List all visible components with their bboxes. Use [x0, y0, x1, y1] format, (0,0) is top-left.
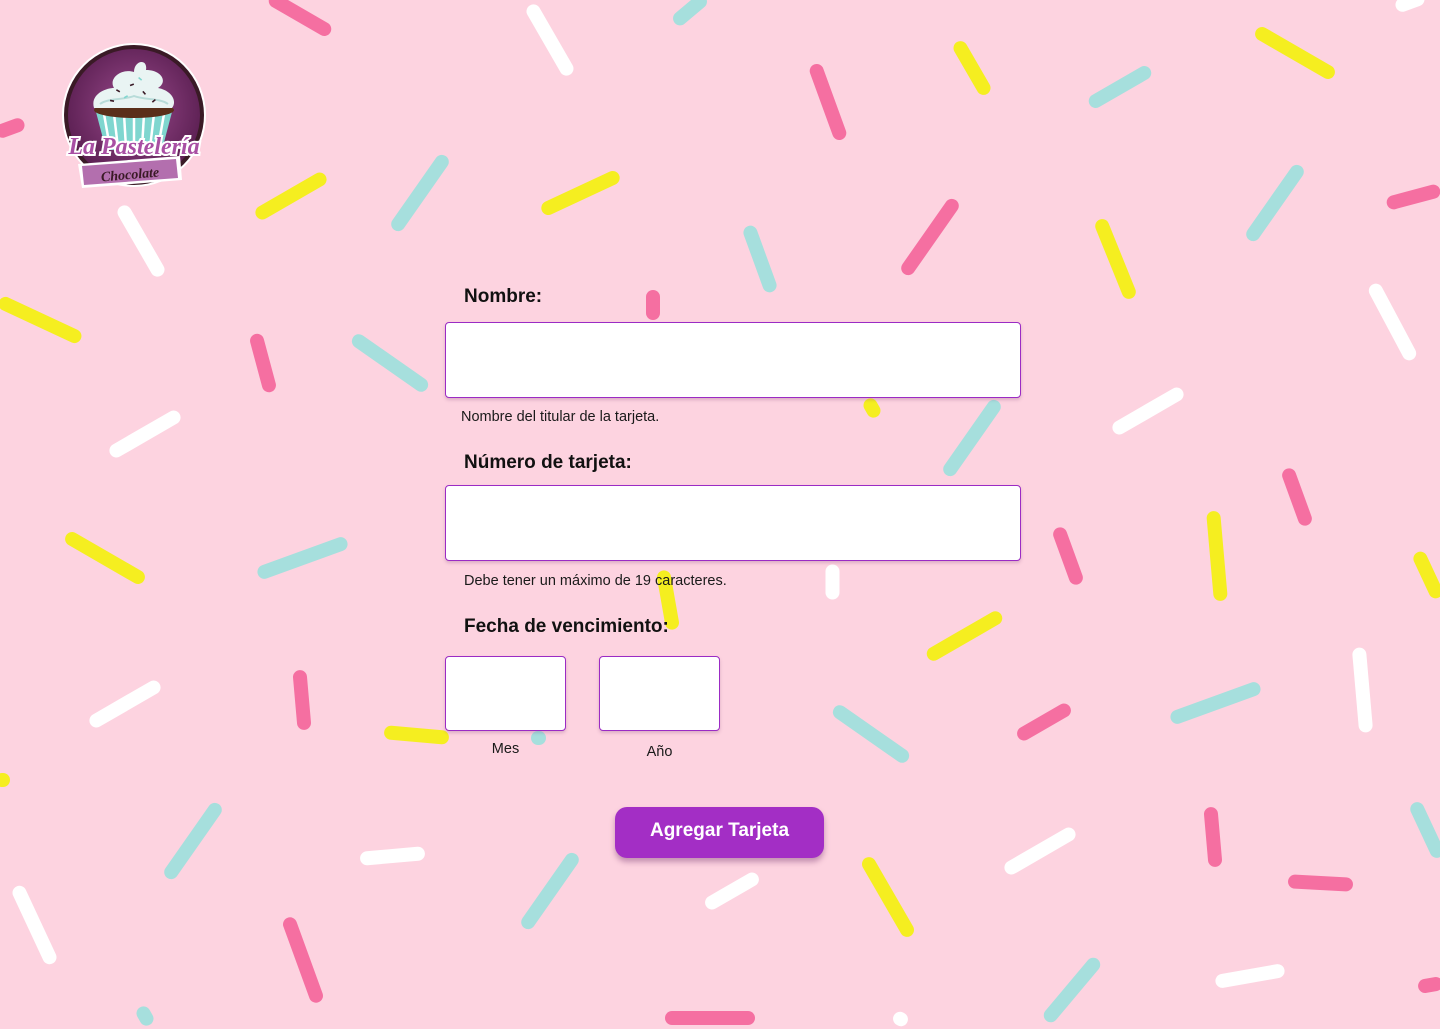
expiry-month-input[interactable]	[445, 656, 566, 731]
card-number-label: Número de tarjeta:	[464, 452, 632, 473]
card-number-hint: Debe tener un máximo de 19 caracteres.	[464, 573, 727, 589]
expiry-year-label: Año	[646, 744, 673, 760]
add-card-form: Nombre: Nombre del titular de la tarjeta…	[0, 0, 1440, 1024]
expiry-year-input[interactable]	[599, 656, 720, 731]
name-input[interactable]	[445, 322, 1021, 398]
expiry-label: Fecha de vencimiento:	[464, 616, 669, 637]
name-hint: Nombre del titular de la tarjeta.	[461, 409, 660, 425]
card-number-input[interactable]	[445, 485, 1021, 561]
expiry-month-label: Mes	[491, 741, 520, 757]
add-card-button[interactable]: Agregar Tarjeta	[615, 807, 824, 858]
name-label: Nombre:	[464, 286, 543, 307]
